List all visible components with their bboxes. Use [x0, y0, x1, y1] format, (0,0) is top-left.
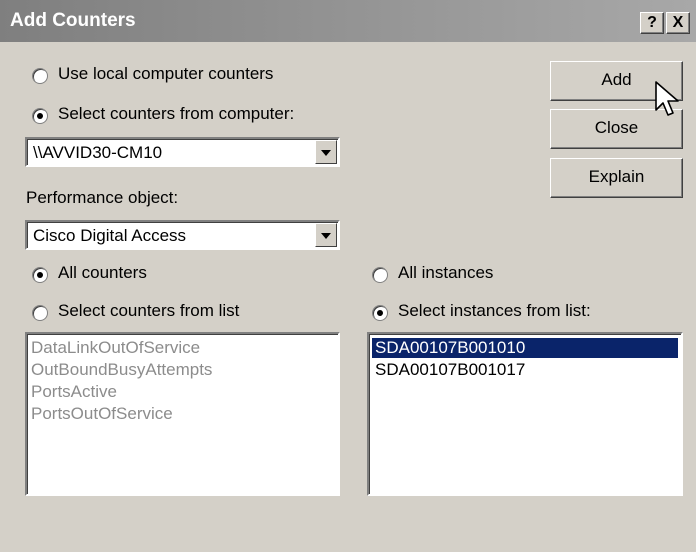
- window-title: Add Counters: [10, 10, 136, 31]
- radio-all-instances[interactable]: [372, 267, 388, 283]
- performance-object-label: Performance object:: [26, 188, 179, 207]
- radio-select-instances-from-list[interactable]: [372, 305, 388, 321]
- list-item: PortsActive: [31, 382, 117, 401]
- chevron-down-icon[interactable]: [315, 140, 337, 164]
- explain-button[interactable]: Explain: [550, 158, 683, 198]
- counters-listbox: DataLinkOutOfService OutBoundBusyAttempt…: [25, 332, 340, 496]
- mouse-cursor-icon: [655, 81, 679, 116]
- list-item[interactable]: SDA00107B001017: [375, 360, 525, 380]
- select-from-computer-label: Select counters from computer:: [58, 104, 295, 123]
- radio-selected-dot: [37, 113, 43, 119]
- computer-combobox[interactable]: \\AVVID30-CM10: [25, 137, 340, 167]
- list-item: PortsOutOfService: [31, 404, 173, 423]
- help-button[interactable]: ?: [640, 12, 664, 34]
- list-item-selected[interactable]: SDA00107B001010: [372, 338, 678, 358]
- chevron-down-icon[interactable]: [315, 223, 337, 247]
- performance-object-combobox[interactable]: Cisco Digital Access: [25, 220, 340, 250]
- list-item: DataLinkOutOfService: [31, 338, 201, 357]
- select-counters-from-list-label: Select counters from list: [58, 301, 240, 320]
- title-bar: Add Counters ? X: [0, 0, 696, 42]
- list-item: OutBoundBusyAttempts: [31, 360, 213, 379]
- radio-all-counters[interactable]: [32, 267, 48, 283]
- performance-object-value: Cisco Digital Access: [33, 226, 187, 245]
- radio-selected-dot: [377, 310, 383, 316]
- instances-listbox[interactable]: SDA00107B001010 SDA00107B001017: [367, 332, 683, 496]
- use-local-computer-label: Use local computer counters: [58, 64, 274, 83]
- all-instances-label: All instances: [398, 263, 494, 282]
- radio-select-counters-from-list[interactable]: [32, 305, 48, 321]
- select-instances-from-list-label: Select instances from list:: [398, 301, 591, 320]
- computer-value: \\AVVID30-CM10: [33, 143, 163, 162]
- close-window-button[interactable]: X: [666, 12, 690, 34]
- radio-select-from-computer[interactable]: [32, 108, 48, 124]
- radio-selected-dot: [37, 272, 43, 278]
- radio-use-local-computer[interactable]: [32, 68, 48, 84]
- all-counters-label: All counters: [58, 263, 147, 282]
